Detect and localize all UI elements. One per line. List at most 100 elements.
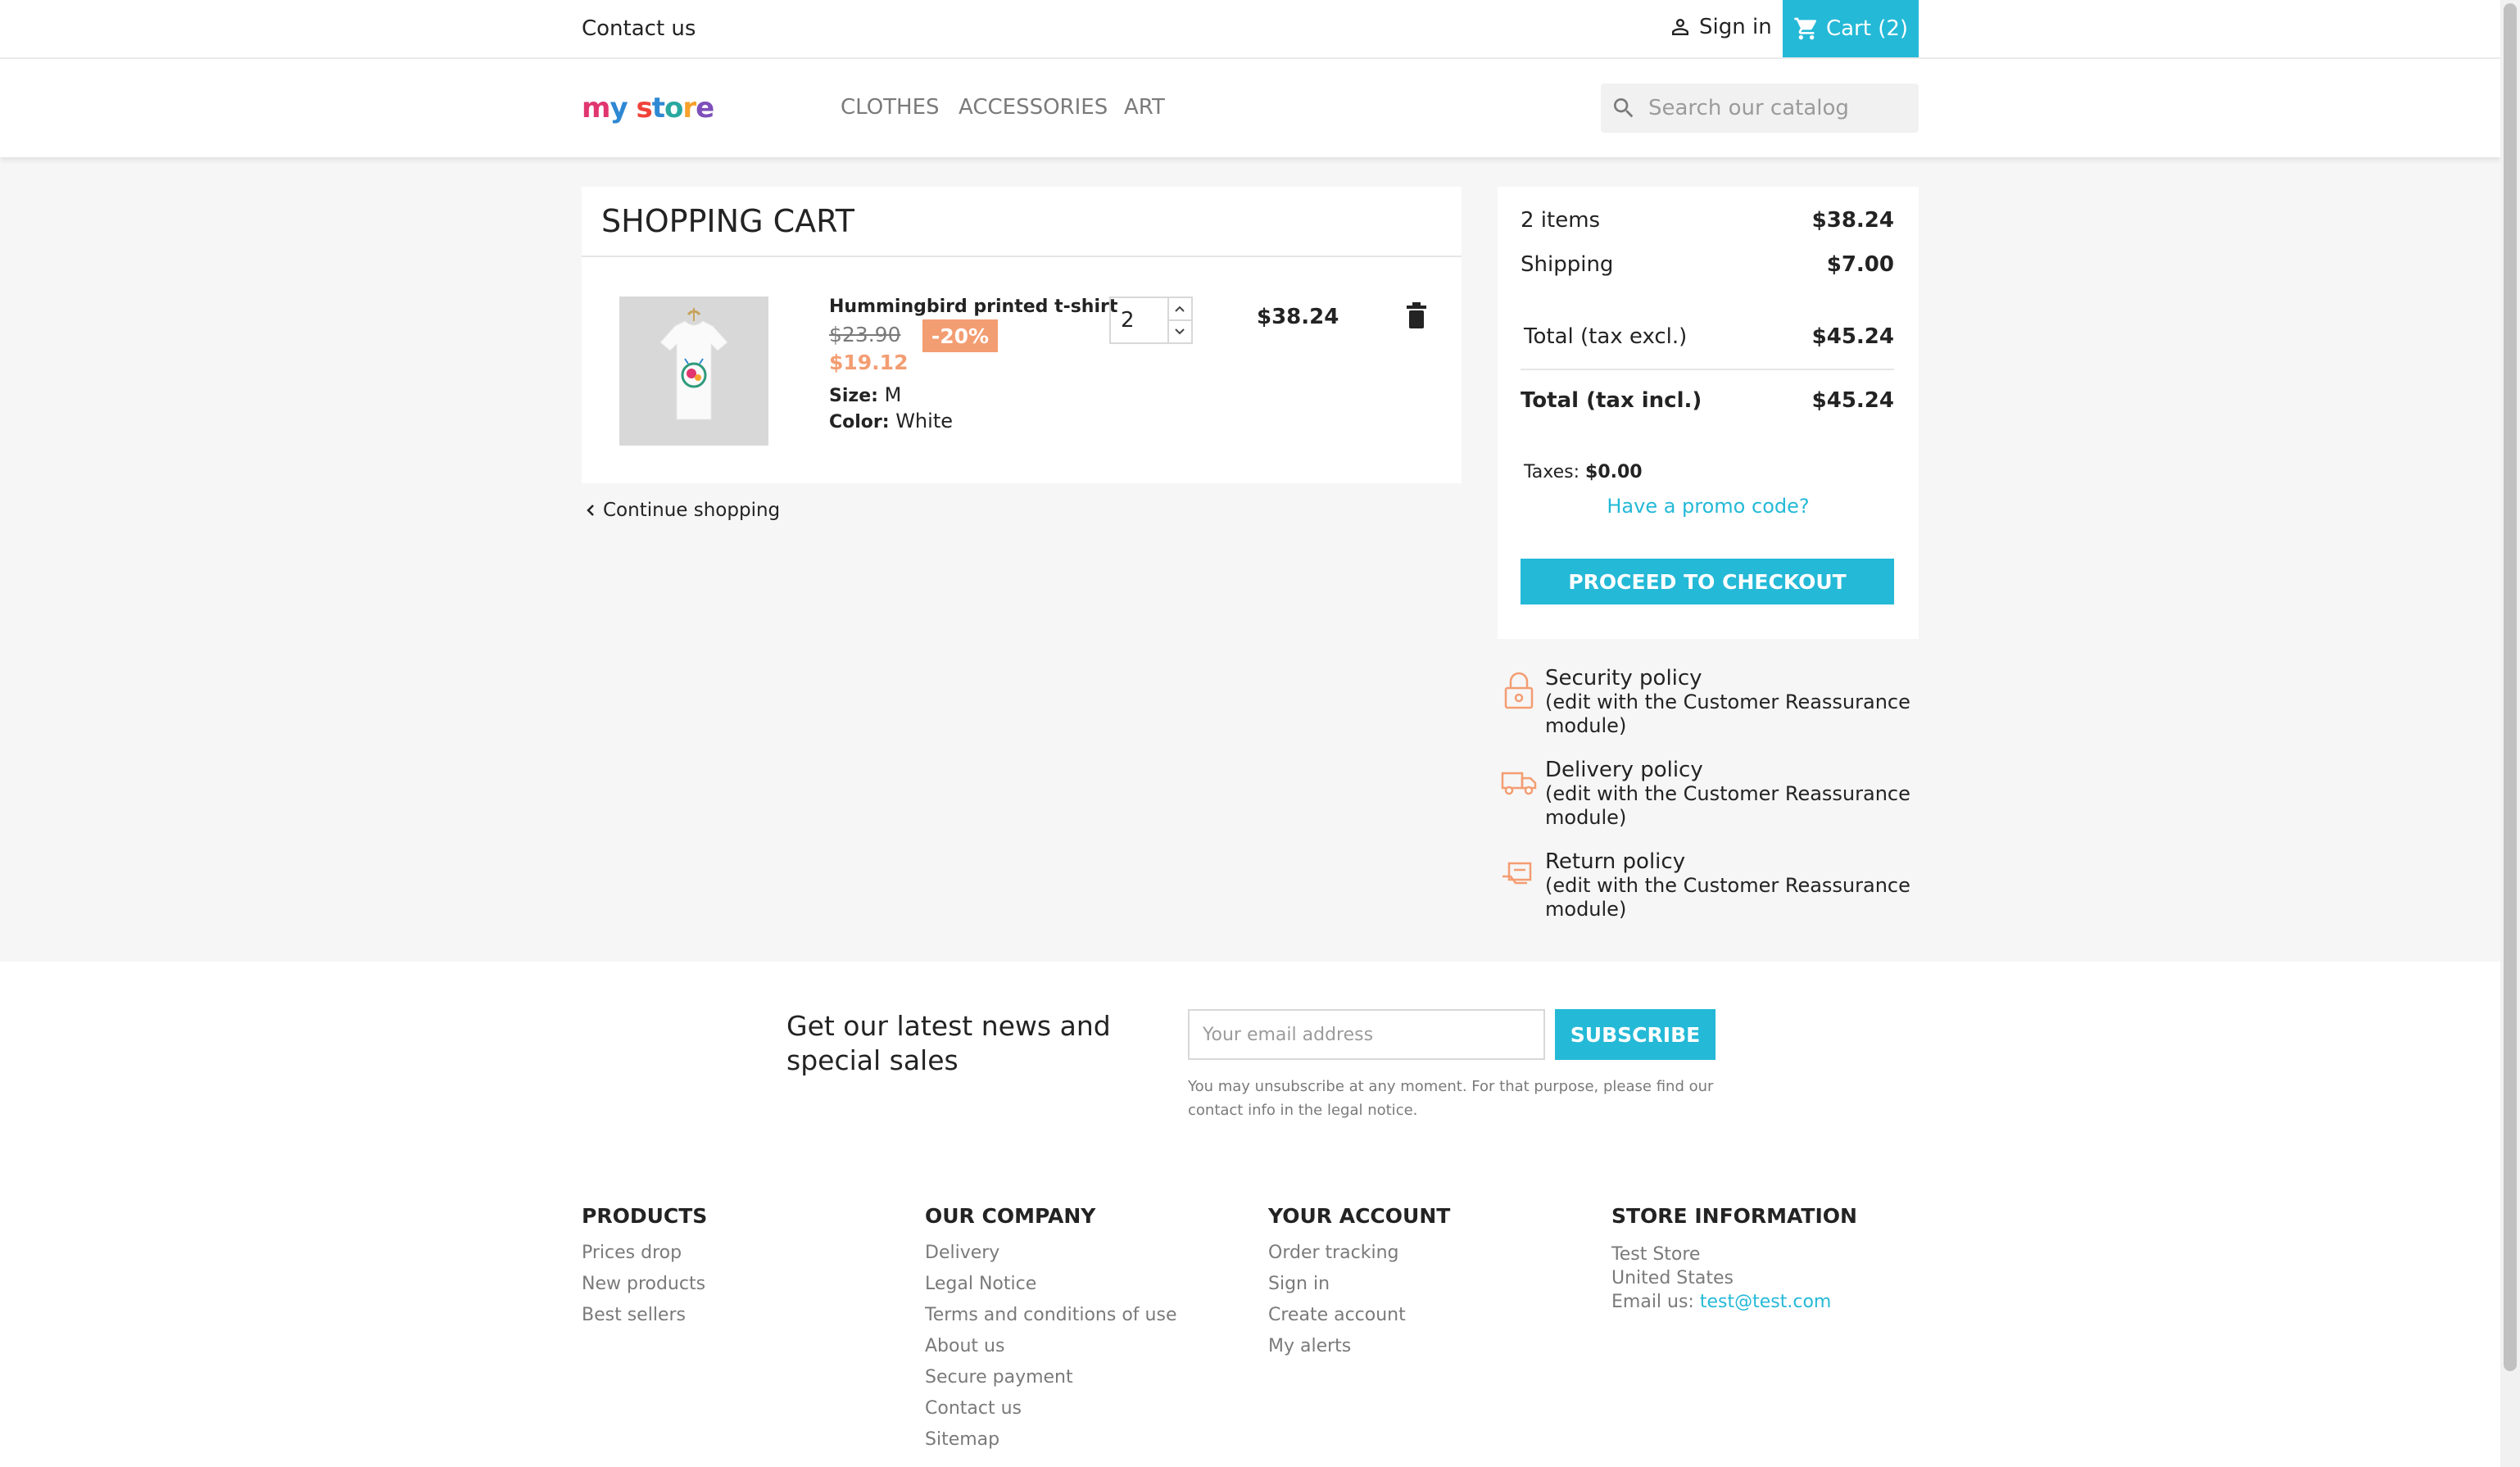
product-image[interactable]: [619, 297, 768, 446]
main-header: my store CLOTHES ACCESSORIES ART Search …: [0, 59, 2500, 157]
reassurance-return: Return policy (edit with the Customer Re…: [1498, 850, 1919, 921]
quantity-arrows: [1168, 298, 1191, 342]
footer-link-best-sellers[interactable]: Best sellers: [582, 1305, 909, 1336]
contact-us-link[interactable]: Contact us: [582, 16, 696, 41]
product-name-link[interactable]: Hummingbird printed t-shirt: [829, 297, 1117, 317]
summary-items-label: 2 items: [1521, 208, 1601, 233]
reassurance-subtitle: (edit with the Customer Reassurance modu…: [1545, 782, 1910, 829]
quantity-input[interactable]: 2: [1111, 298, 1169, 342]
trash-icon: [1407, 302, 1426, 328]
sign-in-link[interactable]: Sign in: [1668, 15, 1772, 39]
logo-letter: t: [651, 92, 665, 125]
cart-summary: 2 items $38.24 Shipping $7.00 Total (tax…: [1498, 187, 1919, 639]
remove-item-button[interactable]: [1406, 301, 1427, 329]
store-country: United States: [1611, 1268, 1734, 1288]
subscribe-button[interactable]: SUBSCRIBE: [1555, 1009, 1716, 1060]
nav-accessories[interactable]: ACCESSORIES: [959, 95, 1108, 120]
store-email-link[interactable]: test@test.com: [1700, 1292, 1831, 1312]
footer-link-delivery[interactable]: Delivery: [925, 1243, 1253, 1274]
proceed-to-checkout-button[interactable]: PROCEED TO CHECKOUT: [1521, 559, 1894, 604]
footer-products: PRODUCTS Prices drop New products Best s…: [582, 1204, 909, 1336]
search-icon: [1614, 98, 1634, 118]
continue-shopping-link[interactable]: Continue shopping: [585, 500, 780, 521]
footer-link-terms[interactable]: Terms and conditions of use: [925, 1305, 1253, 1336]
lock-icon: [1504, 672, 1534, 709]
footer-store-info: STORE INFORMATION Test Store United Stat…: [1611, 1204, 1939, 1314]
continue-shopping-label: Continue shopping: [603, 500, 781, 521]
cart-title-bar: SHOPPING CART: [582, 187, 1462, 257]
store-email-line: Email us: test@test.com: [1611, 1290, 1939, 1314]
logo-letter: e: [696, 92, 714, 125]
sign-in-label: Sign in: [1699, 15, 1772, 39]
size-attribute: Size: M: [829, 383, 901, 406]
logo-letter: m: [582, 92, 610, 125]
logo-letter: y: [610, 92, 628, 125]
reassurance-security: Security policy (edit with the Customer …: [1498, 667, 1919, 738]
page-title: SHOPPING CART: [601, 203, 854, 239]
footer-link-new-products[interactable]: New products: [582, 1274, 909, 1305]
summary-total-incl-value: $45.24: [1811, 388, 1894, 413]
size-label: Size:: [829, 386, 878, 406]
reassurance-title: Return policy: [1545, 849, 1686, 874]
discount-badge: -20%: [922, 319, 998, 352]
footer-account: YOUR ACCOUNT Order tracking Sign in Crea…: [1268, 1204, 1596, 1367]
taxes-line: Taxes: $0.00: [1524, 462, 1643, 482]
summary-total-incl-label: Total (tax incl.): [1521, 388, 1702, 413]
nav-art[interactable]: ART: [1124, 95, 1165, 120]
footer-link-sitemap[interactable]: Sitemap: [925, 1429, 1253, 1460]
sale-price: $19.12: [829, 351, 909, 374]
cart-label: Cart (2): [1825, 16, 1909, 41]
regular-price: $23.90: [829, 323, 901, 346]
summary-divider: [1521, 369, 1894, 370]
footer-link-create-account[interactable]: Create account: [1268, 1305, 1596, 1336]
summary-shipping-label: Shipping: [1521, 252, 1614, 277]
color-value: White: [895, 410, 953, 432]
newsletter-note: You may unsubscribe at any moment. For t…: [1188, 1078, 1714, 1119]
increase-quantity-button[interactable]: [1168, 298, 1191, 321]
logo-letter: r: [682, 92, 696, 125]
store-logo[interactable]: my store: [582, 92, 714, 125]
taxes-label: Taxes:: [1524, 462, 1580, 482]
footer-link-contact-us[interactable]: Contact us: [925, 1398, 1253, 1429]
cart-button[interactable]: Cart (2): [1783, 0, 1919, 57]
chevron-down-icon: [1175, 328, 1185, 335]
nav-clothes[interactable]: CLOTHES: [841, 95, 940, 120]
footer-link-about-us[interactable]: About us: [925, 1336, 1253, 1367]
summary-shipping-row: Shipping $7.00: [1521, 252, 1894, 277]
reassurance-delivery: Delivery policy (edit with the Customer …: [1498, 758, 1919, 830]
summary-shipping-value: $7.00: [1826, 252, 1894, 277]
search-placeholder: Search our catalog: [1648, 96, 1849, 120]
footer-link-secure-payment[interactable]: Secure payment: [925, 1367, 1253, 1398]
footer-link-sign-in[interactable]: Sign in: [1268, 1274, 1596, 1305]
newsletter-section: Get our latest news and special sales Yo…: [0, 962, 2500, 1175]
summary-items-value: $38.24: [1811, 208, 1894, 233]
summary-total-excl-row: Total (tax excl.) $45.24: [1521, 324, 1894, 349]
footer-heading: YOUR ACCOUNT: [1268, 1204, 1451, 1228]
scrollbar-thumb[interactable]: [2504, 3, 2517, 1371]
newsletter-email-input[interactable]: Your email address: [1188, 1009, 1545, 1060]
decrease-quantity-button[interactable]: [1169, 321, 1191, 342]
footer-link-prices-drop[interactable]: Prices drop: [582, 1243, 909, 1274]
truck-icon: [1501, 772, 1537, 795]
reassurance-title: Security policy: [1545, 666, 1702, 690]
quantity-stepper: 2: [1109, 297, 1193, 344]
summary-total-excl-value: $45.24: [1811, 324, 1894, 349]
color-attribute: Color: White: [829, 410, 953, 432]
search-input[interactable]: Search our catalog: [1601, 84, 1919, 133]
footer-link-order-tracking[interactable]: Order tracking: [1268, 1243, 1596, 1274]
cart-panel: SHOPPING CART Hummingbird printed t-shir…: [582, 187, 1462, 483]
logo-letter: o: [664, 92, 683, 125]
color-label: Color:: [829, 412, 890, 432]
footer-link-my-alerts[interactable]: My alerts: [1268, 1336, 1596, 1367]
chevron-left-icon: [587, 505, 594, 516]
top-nav-bar: Contact us Sign in Cart (2): [0, 0, 2500, 59]
return-box-icon: [1502, 862, 1532, 885]
promo-code-link[interactable]: Have a promo code?: [1498, 495, 1919, 518]
newsletter-title: Get our latest news and special sales: [786, 1010, 1111, 1076]
footer-heading: PRODUCTS: [582, 1204, 708, 1228]
summary-items-row: 2 items $38.24: [1521, 208, 1894, 233]
reassurance-title: Delivery policy: [1545, 758, 1703, 782]
footer-link-legal-notice[interactable]: Legal Notice: [925, 1274, 1253, 1305]
store-name: Test Store: [1611, 1244, 1701, 1265]
shopping-cart-icon: [1794, 17, 1816, 40]
